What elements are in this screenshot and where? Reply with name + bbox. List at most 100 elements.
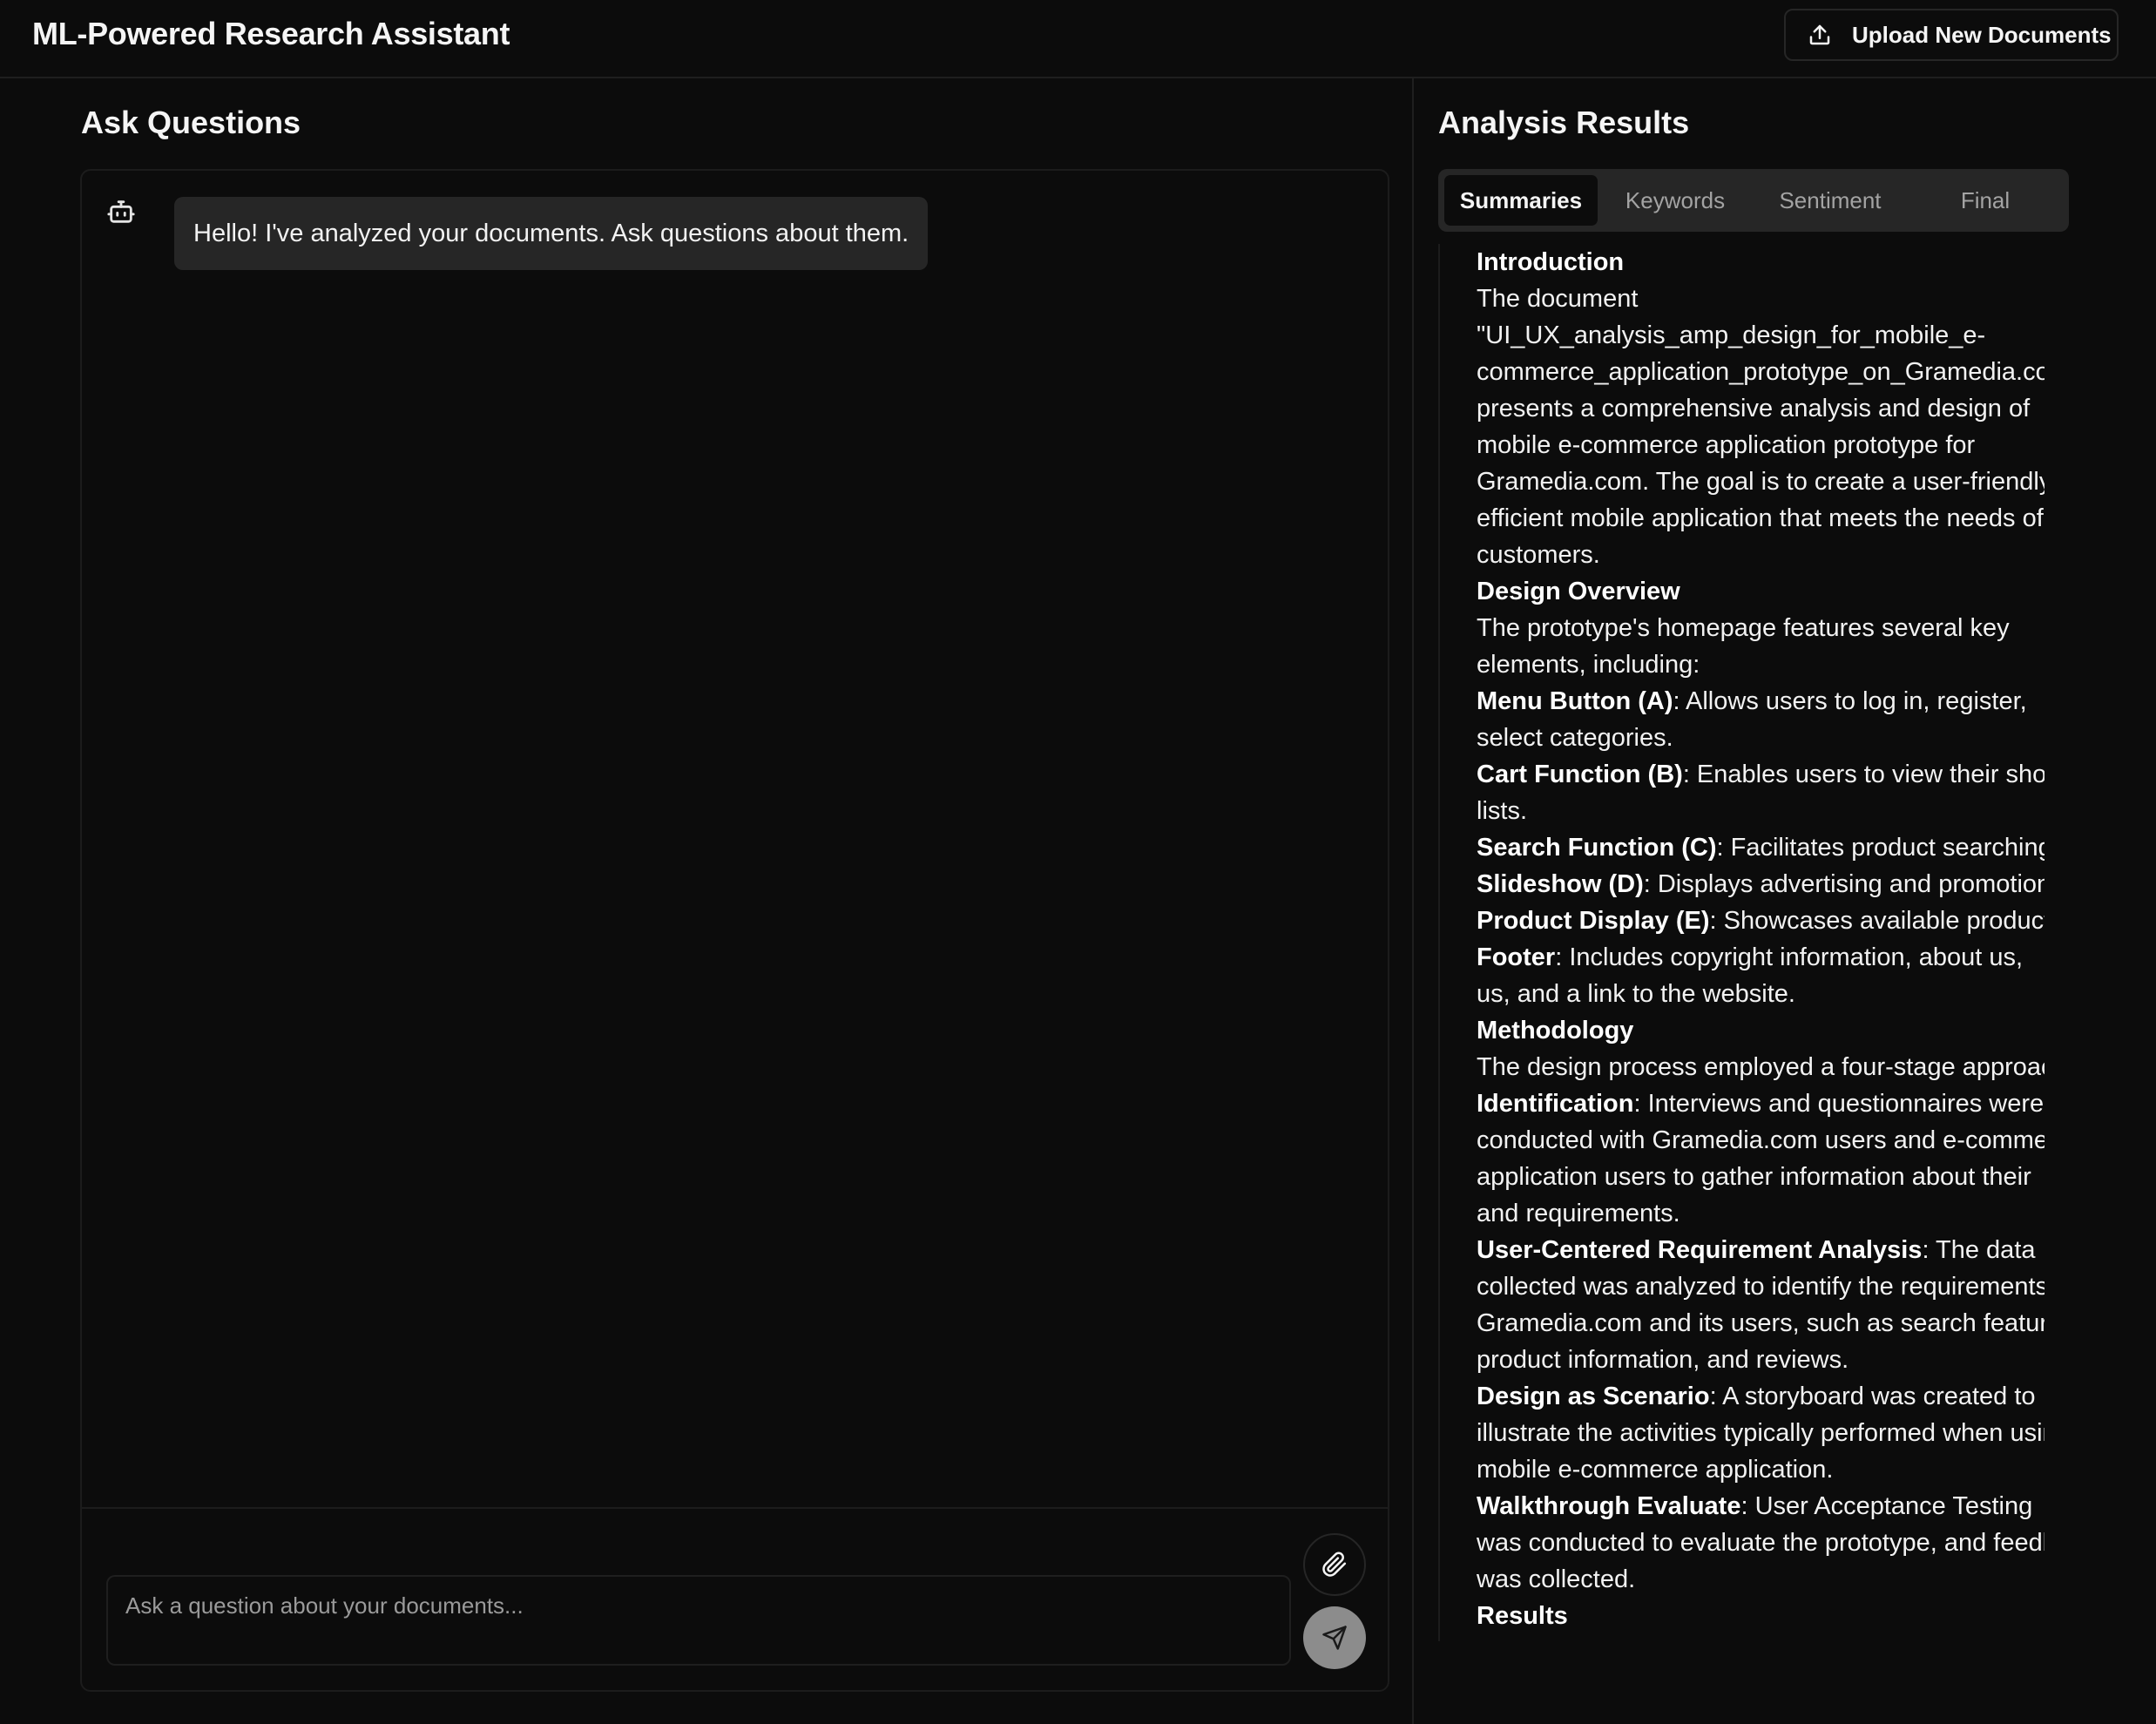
top-bar: ML-Powered Research Assistant Upload New… [0,0,2156,78]
summary-line-heading: Identification [1477,1090,1634,1118]
summary-line-text: : Facilitates product searching [1716,834,2044,862]
summary-line-text: was collected. [1477,1565,1636,1593]
summary-line-text: : Includes copyright information, about … [1555,943,2024,971]
summary-line: "UI_UX_analysis_amp_design_for_mobile_e- [1477,317,2044,354]
summary-line-text: The document [1477,285,1639,313]
summary-line: presents a comprehensive analysis and de… [1477,390,2044,427]
summary-line-heading: Menu Button (A) [1477,687,1673,715]
tab-final[interactable]: Final [1908,175,2063,226]
chat-footer-divider [82,1507,1388,1509]
summary-line-text: was conducted to evaluate the prototype,… [1477,1529,2044,1557]
summary-line: application users to gather information … [1477,1159,2044,1195]
summary-line-text: illustrate the activities typically perf… [1477,1419,2044,1447]
summary-line: Slideshow (D): Displays advertising and … [1477,866,2044,903]
summary-line-text: mobile e-commerce application. [1477,1456,1834,1484]
ask-questions-title: Ask Questions [81,105,301,140]
bot-icon [107,200,135,223]
summary-line-heading: Methodology [1477,1017,1634,1045]
summary-line-text: application users to gather information … [1477,1163,2031,1191]
summary-line: Design Overview [1477,573,2044,610]
summary-line-text: select categories. [1477,724,1673,752]
summary-line-text: : Interviews and questionnaires were [1633,1090,2044,1118]
summary-line: mobile e-commerce application prototype … [1477,427,2044,463]
summary-line: customers. [1477,537,2044,573]
summary-line-text: mobile e-commerce application prototype … [1477,431,1976,459]
summary-line-text: efficient mobile application that meets … [1477,504,2044,532]
question-input[interactable] [106,1575,1291,1666]
summary-line: select categories. [1477,720,2044,756]
summary-line: Introduction [1477,244,2044,281]
summary-line: us, and a link to the website. [1477,976,2044,1012]
summary-line-text: The prototype's homepage features severa… [1477,614,2010,642]
upload-icon [1809,24,1830,45]
summary-line: was collected. [1477,1561,2044,1598]
send-button[interactable] [1303,1606,1366,1669]
summary-line-text: : Allows users to log in, register, [1673,687,2027,715]
summary-line-heading: Slideshow (D) [1477,870,1644,898]
summary-line: efficient mobile application that meets … [1477,500,2044,537]
summary-line-text: : The data [1922,1236,2036,1264]
upload-button-label: Upload New Documents [1852,21,2112,48]
summary-line-heading: User-Centered Requirement Analysis [1477,1236,1923,1264]
summary-line-text: Gramedia.com and its users, such as sear… [1477,1309,2044,1337]
summary-line-text: us, and a link to the website. [1477,980,1795,1008]
summary-line: product information, and reviews. [1477,1342,2044,1378]
summary-line-text: : User Acceptance Testing [1740,1492,2033,1520]
summary-line-text: : Displays advertising and promotions [1643,870,2044,898]
chat-panel: Hello! I've analyzed your documents. Ask… [80,169,1389,1692]
summary-line: was conducted to evaluate the prototype,… [1477,1525,2044,1561]
summary-line: Results [1477,1598,2044,1634]
summary-line: collected was analyzed to identify the r… [1477,1268,2044,1305]
summary-line-heading: Introduction [1477,248,1625,276]
summary-line: and requirements. [1477,1195,2044,1232]
summary-line-text: collected was analyzed to identify the r… [1477,1273,2044,1301]
summary-line: elements, including: [1477,646,2044,683]
summary-line-text: conducted with Gramedia.com users and e-… [1477,1126,2044,1154]
attach-file-button[interactable] [1303,1533,1366,1596]
tab-keywords[interactable]: Keywords [1598,175,1753,226]
summary-line: Footer: Includes copyright information, … [1477,939,2044,976]
summary-line: Gramedia.com and its users, such as sear… [1477,1305,2044,1342]
summary-content: Introduction The document "UI_UX_analysis_… [1438,244,2044,1641]
panel-divider [1412,78,1414,1724]
summary-line-text: elements, including: [1477,651,1700,679]
summary-line: Identification: Interviews and questionn… [1477,1085,2044,1122]
summary-line: User-Centered Requirement Analysis: The … [1477,1232,2044,1268]
tab-summaries[interactable]: Summaries [1444,175,1598,226]
summary-line-text: "UI_UX_analysis_amp_design_for_mobile_e- [1477,321,1986,349]
summary-line: The document [1477,281,2044,317]
summary-line-text: commerce_application_prototype_on_Gramed… [1477,358,2044,386]
summary-line: Walkthrough Evaluate: User Acceptance Te… [1477,1488,2044,1525]
summary-line-heading: Results [1477,1602,1568,1630]
summary-line-heading: Walkthrough Evaluate [1477,1492,1741,1520]
summary-line: Gramedia.com. The goal is to create a us… [1477,463,2044,500]
summary-line-heading: Product Display (E) [1477,907,1710,935]
tab-sentiment[interactable]: Sentiment [1753,175,1908,226]
summary-line-heading: Design as Scenario [1477,1383,1710,1410]
send-icon [1322,1626,1347,1650]
summary-line-heading: Cart Function (B) [1477,761,1683,788]
summary-line: The design process employed a four-stage… [1477,1049,2044,1085]
summary-line-text: : A storyboard was created to [1709,1383,2036,1410]
summary-line-text: : Enables users to view their shopping [1682,761,2044,788]
summary-line-text: and requirements. [1477,1200,1680,1227]
analysis-results-title: Analysis Results [1438,105,1690,140]
summary-line-heading: Design Overview [1477,578,1680,605]
summary-line: Design as Scenario: A storyboard was cre… [1477,1378,2044,1415]
summary-line: The prototype's homepage features severa… [1477,610,2044,646]
summary-line: illustrate the activities typically perf… [1477,1415,2044,1451]
analysis-tabs: Summaries Keywords Sentiment Final [1438,169,2069,232]
summary-line: Search Function (C): Facilitates product… [1477,829,2044,866]
summary-text: Introduction The document "UI_UX_analysis_… [1477,244,2044,1634]
summary-line: Menu Button (A): Allows users to log in,… [1477,683,2044,720]
summary-line-text: : Showcases available products [1709,907,2045,935]
summary-line: conducted with Gramedia.com users and e-… [1477,1122,2044,1159]
summary-line: commerce_application_prototype_on_Gramed… [1477,354,2044,390]
summary-line: Methodology [1477,1012,2044,1049]
assistant-message: Hello! I've analyzed your documents. Ask… [174,197,929,270]
app-title: ML-Powered Research Assistant [32,16,510,51]
upload-new-documents-button[interactable]: Upload New Documents [1784,9,2119,61]
paperclip-icon [1322,1552,1347,1577]
summary-line-text: Gramedia.com. The goal is to create a us… [1477,468,2044,496]
summary-line-text: product information, and reviews. [1477,1346,1849,1374]
